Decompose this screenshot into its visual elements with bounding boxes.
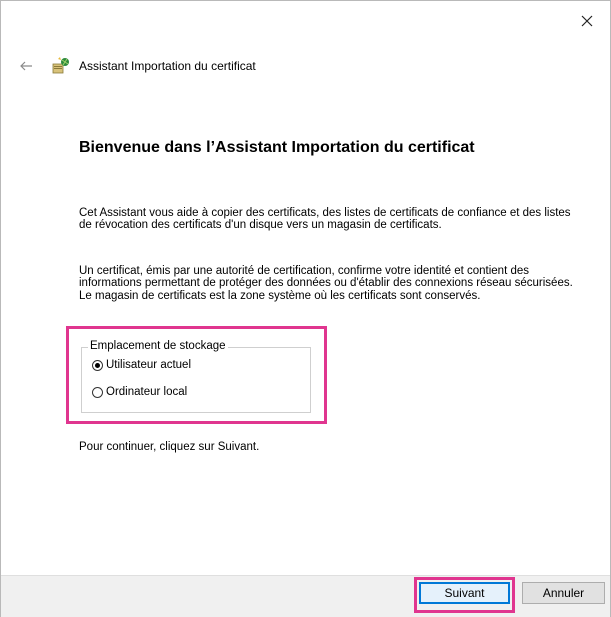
wizard-nav-row: Assistant Importation du certificat [15, 55, 256, 77]
wizard-footer [1, 575, 610, 617]
storage-location-legend: Emplacement de stockage [88, 340, 228, 352]
close-button[interactable] [570, 7, 604, 35]
radio-local-machine-label: Ordinateur local [106, 386, 188, 398]
certificate-import-wizard-window: Assistant Importation du certificat Bien… [0, 0, 611, 617]
cancel-button[interactable]: Annuler [522, 582, 605, 604]
intro-paragraph: Cet Assistant vous aide à copier des cer… [79, 207, 571, 232]
page-heading: Bienvenue dans l’Assistant Importation d… [79, 139, 475, 156]
radio-current-user-label: Utilisateur actuel [106, 359, 192, 371]
certificate-info-paragraph: Un certificat, émis par une autorité de … [79, 265, 573, 302]
storage-location-group: Emplacement de stockage Utilisateur actu… [81, 340, 311, 413]
certificate-wizard-icon [52, 57, 69, 74]
radio-current-user[interactable]: Utilisateur actuel [92, 359, 191, 371]
continue-instruction: Pour continuer, cliquez sur Suivant. [79, 441, 260, 453]
radio-button-unchecked[interactable] [92, 386, 103, 398]
window-title: Assistant Importation du certificat [79, 59, 256, 73]
next-button[interactable]: Suivant [419, 582, 510, 604]
back-arrow-icon [20, 61, 32, 71]
close-icon [581, 15, 593, 27]
radio-local-machine[interactable]: Ordinateur local [92, 386, 187, 398]
radio-button-checked[interactable] [92, 359, 103, 371]
back-button[interactable] [15, 55, 37, 77]
